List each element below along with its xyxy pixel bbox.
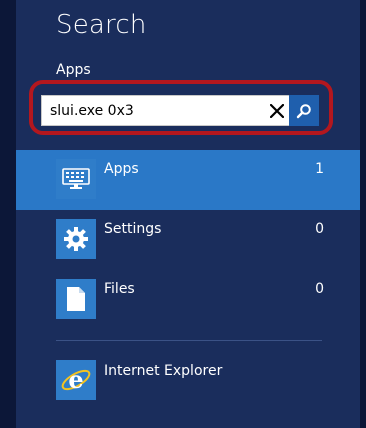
document-icon [67,287,85,311]
result-internet-explorer[interactable]: e Internet Explorer [16,350,360,410]
keyboard-icon [62,168,90,189]
internet-explorer-tile: e [56,360,96,400]
search-input[interactable] [42,96,262,125]
search-box [41,95,319,126]
internet-explorer-icon: e [61,365,91,394]
category-count: 0 [315,281,324,297]
category-label: Settings [104,221,162,237]
apps-tile [56,159,96,199]
result-label: Internet Explorer [104,363,223,379]
gear-icon [64,227,88,251]
results-divider [56,340,322,341]
search-button[interactable] [289,95,319,126]
category-label: Files [104,281,135,297]
category-count: 0 [315,221,324,237]
close-icon [270,103,284,118]
search-scope-label: Apps [56,62,91,78]
svg-text:e: e [68,365,83,394]
category-count: 1 [315,161,324,177]
category-settings[interactable]: Settings 0 [16,210,360,270]
search-icon [296,103,311,118]
category-label: Apps [104,161,139,177]
category-apps[interactable]: Apps 1 [16,150,360,210]
settings-tile [56,219,96,259]
files-tile [56,279,96,319]
pane-title: Search [56,10,147,40]
charm-left-edge [0,0,16,428]
category-files[interactable]: Files 0 [16,270,360,330]
clear-button[interactable] [263,96,291,125]
charm-right-edge [360,0,366,428]
